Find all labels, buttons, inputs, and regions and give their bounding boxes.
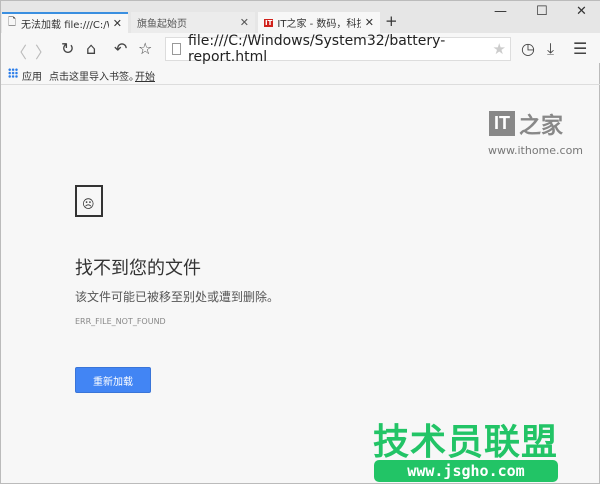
apps-link[interactable]: 应用 xyxy=(22,68,42,83)
title-bar: 🗋无法加载 file:///C:/Windows✕ 旗鱼起始页✕ ITIT之家 … xyxy=(1,1,600,33)
favorite-star-icon[interactable]: ★ xyxy=(493,40,506,58)
tab-start-page[interactable]: 旗鱼起始页 ✕ xyxy=(131,12,255,33)
tab-ithome[interactable]: ITIT之家 - 数码，科技，生活✕ xyxy=(258,12,380,33)
undo-close-icon[interactable]: ↶ xyxy=(114,39,127,58)
close-window-button[interactable]: ✕ xyxy=(576,4,587,19)
page-icon: 🗋 xyxy=(8,17,17,28)
minimize-button[interactable]: — xyxy=(494,4,507,19)
ithome-url-watermark: www.ithome.com xyxy=(488,144,584,157)
error-code: ERR_FILE_NOT_FOUND xyxy=(75,317,166,326)
address-bar[interactable]: file:///C:/Windows/System32/battery-repo… xyxy=(165,33,511,65)
page-icon xyxy=(172,43,181,55)
forward-icon[interactable]: 〉 xyxy=(35,39,51,63)
reload-button[interactable]: 重新加载 xyxy=(75,367,151,393)
error-title: 找不到您的文件 xyxy=(75,258,201,279)
close-tab-icon[interactable]: ✕ xyxy=(240,16,249,29)
import-bookmarks-hint: 点击这里导入书签。 xyxy=(49,72,139,83)
sad-file-icon: ☹ xyxy=(75,185,103,217)
download-icon[interactable]: ⤓ xyxy=(547,39,554,59)
new-tab-button[interactable]: + xyxy=(385,12,398,30)
apps-grid-icon[interactable] xyxy=(8,68,18,78)
back-icon[interactable]: 〈 xyxy=(11,39,27,63)
toolbar: 〈 〉 ↻ ⌂ ↶ ☆ file:///C:/Windows/System32/… xyxy=(1,33,600,65)
home-icon[interactable]: ⌂ xyxy=(86,39,96,58)
close-tab-icon[interactable]: ✕ xyxy=(365,16,374,29)
jsgho-url-watermark: www.jsgho.com xyxy=(374,460,558,482)
bookmarks-bar: 应用 点击这里导入书签。 开始 xyxy=(1,63,600,85)
history-icon[interactable]: ◷ xyxy=(521,39,535,58)
reload-icon[interactable]: ↻ xyxy=(61,39,74,58)
menu-icon[interactable]: ☰ xyxy=(573,39,587,58)
error-message: 该文件可能已被移至别处或遭到删除。 xyxy=(75,290,280,304)
close-tab-icon[interactable]: ✕ xyxy=(113,17,122,30)
ithome-favicon-icon: IT xyxy=(264,18,274,27)
maximize-button[interactable]: ☐ xyxy=(536,4,548,19)
ithome-watermark: IT 之家 xyxy=(489,108,563,140)
jsgho-watermark: 技术员联盟 xyxy=(373,422,559,463)
bookmark-star-icon[interactable]: ☆ xyxy=(138,39,152,58)
start-import-link[interactable]: 开始 xyxy=(135,68,155,83)
tab-file-error[interactable]: 🗋无法加载 file:///C:/Windows✕ xyxy=(2,12,128,33)
